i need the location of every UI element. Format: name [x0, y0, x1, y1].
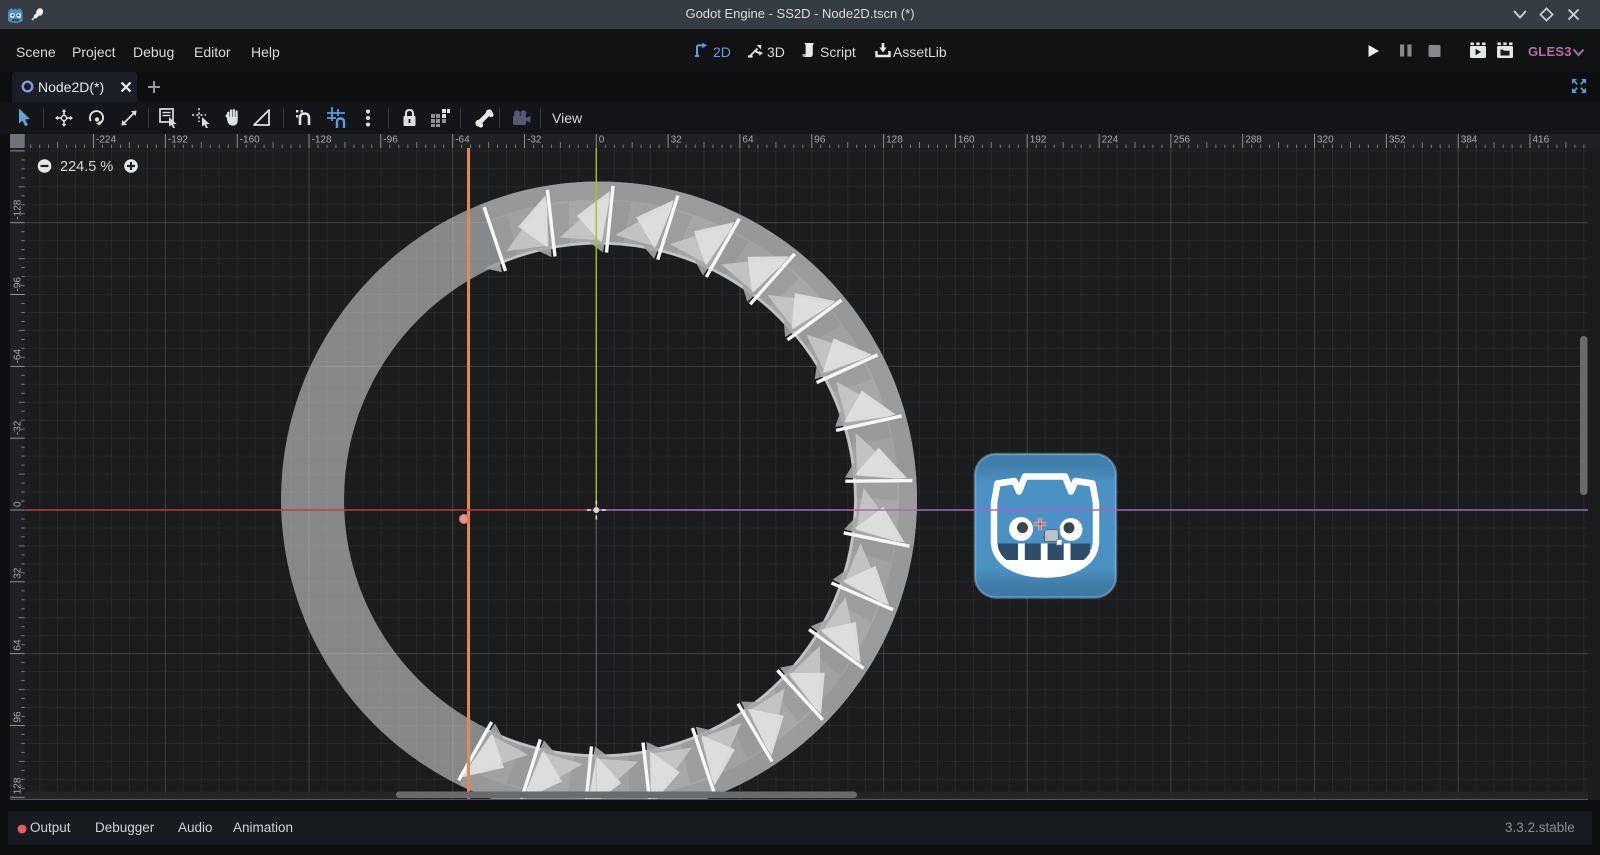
svg-text:32: 32 — [671, 135, 683, 146]
svg-text:-192: -192 — [168, 135, 188, 146]
svg-text:96: 96 — [814, 135, 826, 146]
svg-text:224.5 %: 224.5 % — [60, 159, 113, 175]
svg-text:384: 384 — [1461, 135, 1478, 146]
svg-text:-224: -224 — [96, 135, 116, 146]
svg-text:-64: -64 — [455, 135, 470, 146]
svg-text:-96: -96 — [13, 277, 24, 292]
svg-text:128: 128 — [886, 135, 903, 146]
svg-text:-96: -96 — [383, 135, 398, 146]
svg-text:320: 320 — [1317, 135, 1334, 146]
svg-text:-32: -32 — [527, 135, 542, 146]
svg-text:-128: -128 — [13, 199, 24, 219]
svg-text:0: 0 — [13, 501, 24, 507]
svg-text:416: 416 — [1533, 135, 1550, 146]
svg-text:160: 160 — [958, 135, 975, 146]
svg-text:-160: -160 — [240, 135, 260, 146]
svg-text:352: 352 — [1389, 135, 1406, 146]
svg-text:64: 64 — [742, 135, 754, 146]
svg-text:-32: -32 — [13, 420, 24, 435]
svg-text:256: 256 — [1173, 135, 1190, 146]
svg-text:0: 0 — [599, 135, 605, 146]
svg-text:-64: -64 — [13, 349, 24, 364]
svg-text:224: 224 — [1102, 135, 1119, 146]
svg-text:96: 96 — [13, 711, 24, 723]
svg-text:128: 128 — [13, 777, 24, 794]
svg-text:-128: -128 — [312, 135, 332, 146]
svg-text:32: 32 — [13, 567, 24, 579]
svg-text:288: 288 — [1245, 135, 1262, 146]
svg-text:64: 64 — [13, 639, 24, 651]
svg-text:192: 192 — [1030, 135, 1047, 146]
